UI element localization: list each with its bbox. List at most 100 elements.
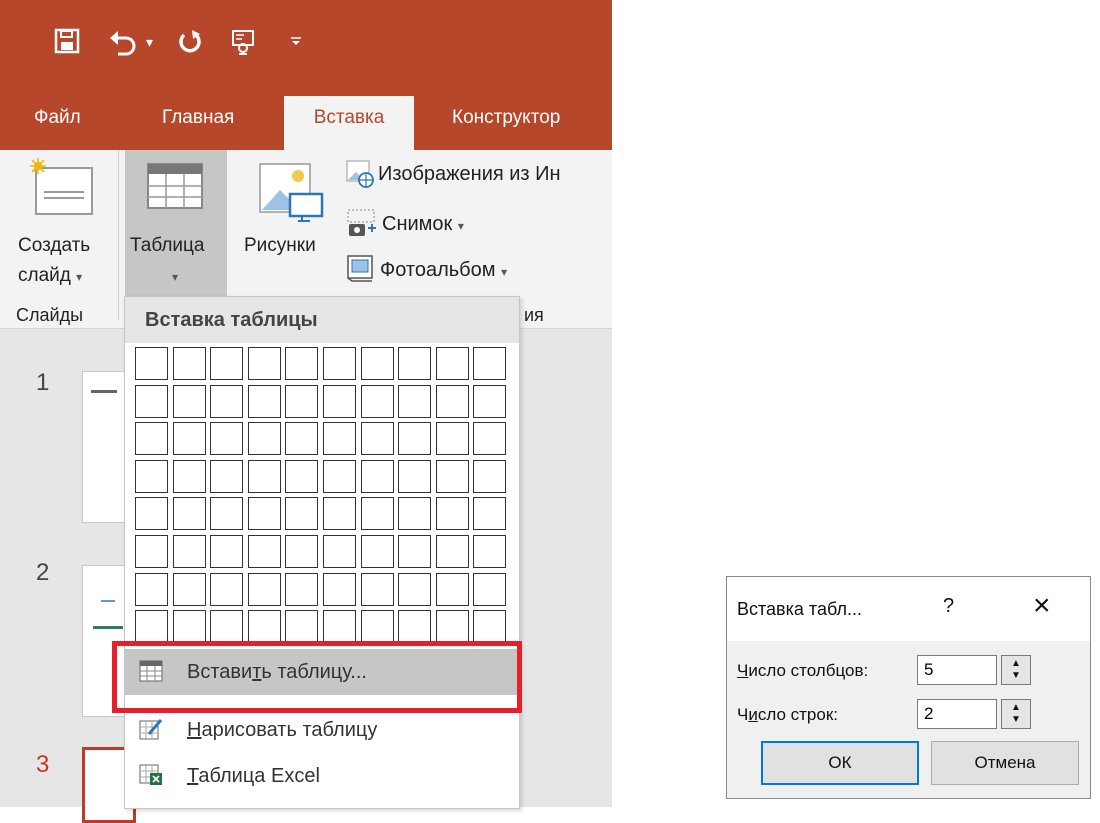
table-grid-cell[interactable] xyxy=(135,572,168,606)
table-grid-cell[interactable] xyxy=(323,572,356,606)
table-grid-cell[interactable] xyxy=(398,384,432,418)
table-grid-cell[interactable] xyxy=(285,384,319,418)
table-grid-cell[interactable] xyxy=(360,497,394,531)
table-grid-cell[interactable] xyxy=(473,384,507,418)
screenshot-label[interactable]: Снимок ▾ xyxy=(382,212,464,238)
table-grid-cell[interactable] xyxy=(247,610,281,644)
table-grid-cell[interactable] xyxy=(398,459,432,493)
spin-down-icon[interactable]: ▼ xyxy=(1002,714,1030,726)
pictures-label[interactable]: Рисунки xyxy=(244,234,316,258)
table-grid-cell[interactable] xyxy=(172,422,206,456)
table-grid-cell[interactable] xyxy=(172,497,206,531)
tab-home[interactable]: Главная xyxy=(162,96,234,150)
photo-album-icon[interactable] xyxy=(346,254,374,282)
online-images-label[interactable]: Изображения из Ин xyxy=(378,162,561,186)
table-grid-cell[interactable] xyxy=(210,497,244,531)
table-grid-cell[interactable] xyxy=(435,572,469,606)
presentation-icon[interactable] xyxy=(230,28,258,61)
undo-dropdown-icon[interactable]: ▾ xyxy=(146,28,153,56)
table-grid-cell[interactable] xyxy=(210,535,244,568)
table-grid-cell[interactable] xyxy=(210,572,244,606)
tab-file[interactable]: Файл xyxy=(34,96,81,150)
spin-up-icon[interactable]: ▲ xyxy=(1002,702,1030,714)
spin-down-icon[interactable]: ▼ xyxy=(1002,670,1030,682)
table-grid-cell[interactable] xyxy=(398,497,432,531)
table-grid-cell[interactable] xyxy=(473,572,507,606)
table-grid-cell[interactable] xyxy=(285,347,319,380)
rows-input[interactable]: 2 xyxy=(917,699,997,729)
table-grid-cell[interactable] xyxy=(360,535,394,568)
help-icon[interactable]: ? xyxy=(943,595,954,618)
table-grid-cell[interactable] xyxy=(360,347,394,380)
table-grid-cell[interactable] xyxy=(360,610,394,644)
table-grid-cell[interactable] xyxy=(323,535,356,568)
tab-design[interactable]: Конструктор xyxy=(452,96,560,150)
table-grid-cell[interactable] xyxy=(210,347,244,380)
table-grid-cell[interactable] xyxy=(398,610,432,644)
spin-up-icon[interactable]: ▲ xyxy=(1002,658,1030,670)
table-grid-cell[interactable] xyxy=(435,422,469,456)
table-grid-cell[interactable] xyxy=(210,422,244,456)
table-grid-cell[interactable] xyxy=(285,535,319,568)
table-grid-cell[interactable] xyxy=(135,610,168,644)
table-grid-cell[interactable] xyxy=(285,497,319,531)
table-grid-cell[interactable] xyxy=(323,497,356,531)
pictures-icon[interactable] xyxy=(258,160,324,222)
table-grid-cell[interactable] xyxy=(210,610,244,644)
table-grid-cell[interactable] xyxy=(473,497,507,531)
table-grid-cell[interactable] xyxy=(172,572,206,606)
table-grid-cell[interactable] xyxy=(135,497,168,531)
online-images-icon[interactable] xyxy=(346,160,374,188)
table-grid-cell[interactable] xyxy=(360,422,394,456)
table-grid-cell[interactable] xyxy=(247,422,281,456)
redo-icon[interactable] xyxy=(176,28,204,61)
draw-table-menu-item[interactable]: Нарисовать таблицу xyxy=(125,707,519,753)
photo-album-label[interactable]: Фотоальбом ▾ xyxy=(380,258,507,284)
table-grid-cell[interactable] xyxy=(435,459,469,493)
table-grid-cell[interactable] xyxy=(398,422,432,456)
table-grid-cell[interactable] xyxy=(473,459,507,493)
table-grid-cell[interactable] xyxy=(360,384,394,418)
table-grid-cell[interactable] xyxy=(323,347,356,380)
table-grid-cell[interactable] xyxy=(247,347,281,380)
table-grid-cell[interactable] xyxy=(473,610,507,644)
table-grid-cell[interactable] xyxy=(172,535,206,568)
table-grid-cell[interactable] xyxy=(210,384,244,418)
table-grid-cell[interactable] xyxy=(435,384,469,418)
columns-spinner[interactable]: ▲ ▼ xyxy=(1001,655,1031,685)
table-grid-cell[interactable] xyxy=(435,347,469,380)
customize-toolbar-icon[interactable] xyxy=(290,28,302,56)
table-grid-cell[interactable] xyxy=(360,572,394,606)
new-slide-icon[interactable] xyxy=(30,158,96,218)
new-slide-label-1[interactable]: Создать xyxy=(18,234,90,258)
table-grid-cell[interactable] xyxy=(435,610,469,644)
cancel-button[interactable]: Отмена xyxy=(931,741,1079,785)
table-grid-cell[interactable] xyxy=(172,459,206,493)
table-grid-cell[interactable] xyxy=(172,384,206,418)
table-grid-cell[interactable] xyxy=(135,384,168,418)
table-grid-cell[interactable] xyxy=(247,459,281,493)
tab-insert[interactable]: Вставка xyxy=(284,96,414,150)
table-grid-cell[interactable] xyxy=(285,422,319,456)
table-grid-cell[interactable] xyxy=(135,347,168,380)
table-grid-cell[interactable] xyxy=(135,535,168,568)
table-grid-cell[interactable] xyxy=(285,610,319,644)
table-grid-cell[interactable] xyxy=(473,535,507,568)
table-grid-cell[interactable] xyxy=(398,347,432,380)
table-grid-cell[interactable] xyxy=(473,422,507,456)
table-grid-cell[interactable] xyxy=(172,347,206,380)
table-grid-cell[interactable] xyxy=(135,459,168,493)
table-grid-cell[interactable] xyxy=(247,497,281,531)
save-icon[interactable] xyxy=(54,28,80,59)
screenshot-icon[interactable] xyxy=(346,208,376,238)
table-grid-cell[interactable] xyxy=(435,535,469,568)
undo-icon[interactable] xyxy=(108,28,138,61)
rows-spinner[interactable]: ▲ ▼ xyxy=(1001,699,1031,729)
table-grid-cell[interactable] xyxy=(398,535,432,568)
table-grid-cell[interactable] xyxy=(323,422,356,456)
table-grid-cell[interactable] xyxy=(285,572,319,606)
columns-input[interactable]: 5 xyxy=(917,655,997,685)
table-grid-cell[interactable] xyxy=(323,384,356,418)
table-grid-cell[interactable] xyxy=(398,572,432,606)
table-grid-cell[interactable] xyxy=(285,459,319,493)
